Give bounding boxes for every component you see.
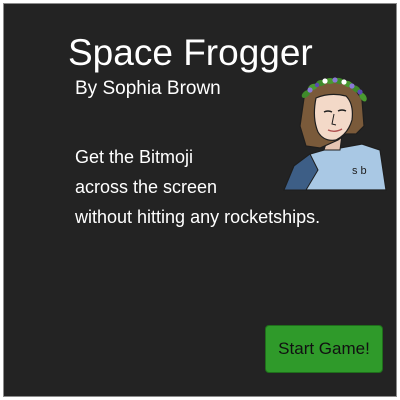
author-byline: By Sophia Brown [75,78,221,99]
shirt-initials: s b [352,165,367,177]
instruction-line: without hitting any rocketships. [75,207,321,227]
start-game-button[interactable]: Start Game! [265,325,383,373]
game-screen: Space Frogger By Sophia Brown Get the Bi… [3,3,397,397]
game-title: Space Frogger [68,32,313,73]
bitmoji-avatar-icon: s b [283,77,387,191]
